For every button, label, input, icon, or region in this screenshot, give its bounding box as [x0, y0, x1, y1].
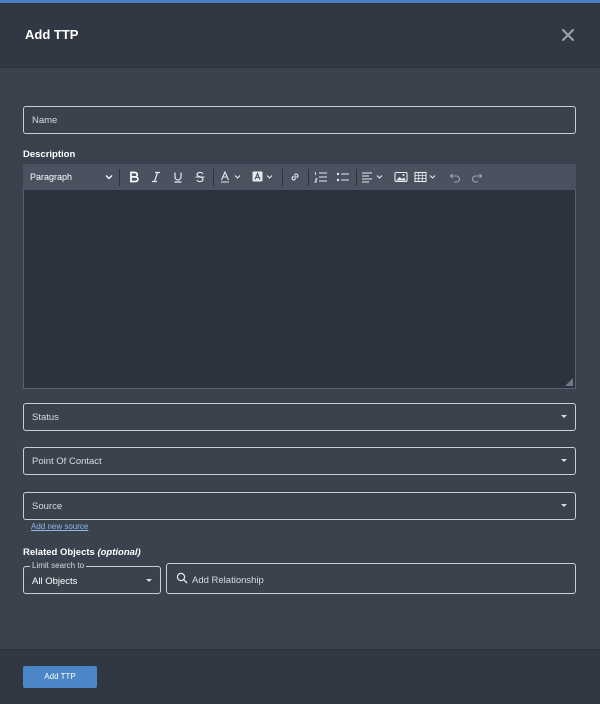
toolbar-separator [213, 169, 214, 186]
table-button[interactable] [413, 165, 443, 189]
name-placeholder: Name [32, 115, 58, 126]
point-of-contact-placeholder: Point Of Contact [32, 456, 102, 467]
limit-search-legend: Limit search to [30, 561, 87, 570]
bulleted-list-icon [336, 172, 349, 182]
source-placeholder: Source [32, 501, 63, 512]
name-field[interactable]: Name [23, 106, 576, 134]
resize-grip-icon[interactable] [565, 378, 573, 386]
add-relationship-input[interactable]: Add Relationship [166, 563, 576, 594]
caret-down-icon [561, 504, 567, 507]
status-select[interactable]: Status [23, 403, 576, 431]
close-icon [562, 29, 574, 41]
close-button[interactable] [558, 25, 578, 45]
italic-button[interactable] [147, 165, 165, 189]
redo-button[interactable] [467, 165, 487, 189]
highlight-button[interactable] [250, 165, 278, 189]
status-placeholder: Status [32, 412, 59, 423]
description-editor[interactable] [23, 190, 576, 389]
font-color-button[interactable] [218, 165, 246, 189]
optional-text: (optional) [97, 547, 141, 558]
add-ttp-modal: Add TTP Name Description Paragraph Statu… [0, 0, 600, 704]
image-icon [394, 171, 408, 183]
highlight-icon [252, 171, 273, 182]
modal-header: Add TTP [0, 3, 600, 68]
paragraph-select-label: Paragraph [30, 172, 73, 182]
italic-icon [152, 171, 160, 183]
numbered-list-icon [314, 172, 327, 183]
source-select[interactable]: Source [23, 492, 576, 520]
related-objects-text: Related Objects [23, 547, 95, 558]
redo-icon [472, 173, 483, 183]
underline-button[interactable] [169, 165, 187, 189]
align-button[interactable] [360, 165, 388, 189]
strikethrough-button[interactable] [191, 165, 209, 189]
add-new-source-link[interactable]: Add new source [31, 522, 88, 531]
bulleted-list-button[interactable] [333, 165, 353, 189]
link-button[interactable] [286, 165, 304, 189]
image-button[interactable] [391, 165, 411, 189]
strikethrough-icon [195, 171, 205, 183]
toolbar-separator [308, 169, 309, 186]
limit-search-value: All Objects [32, 576, 78, 587]
bold-button[interactable] [125, 165, 143, 189]
align-icon [362, 172, 383, 183]
caret-down-icon [561, 459, 567, 462]
modal-footer: Add TTP [0, 649, 600, 704]
add-ttp-button[interactable]: Add TTP [23, 666, 97, 688]
description-label: Description [23, 149, 76, 160]
editor-toolbar: Paragraph [23, 164, 576, 190]
limit-search-select[interactable]: Limit search to All Objects [23, 561, 161, 594]
caret-down-icon [146, 579, 152, 582]
caret-down-icon [561, 415, 567, 418]
modal-title: Add TTP [25, 27, 79, 42]
paragraph-select[interactable]: Paragraph [30, 165, 116, 189]
related-objects-label: Related Objects (optional) [23, 547, 141, 558]
search-icon [176, 572, 188, 584]
bold-icon [130, 171, 139, 183]
add-relationship-placeholder: Add Relationship [192, 575, 264, 586]
point-of-contact-select[interactable]: Point Of Contact [23, 447, 576, 475]
toolbar-separator [282, 169, 283, 186]
table-icon [414, 171, 436, 183]
font-color-icon [220, 171, 241, 183]
numbered-list-button[interactable] [311, 165, 331, 189]
link-icon [291, 173, 299, 181]
undo-icon [449, 173, 460, 183]
underline-icon [174, 172, 182, 183]
toolbar-separator [119, 169, 120, 186]
undo-button[interactable] [445, 165, 465, 189]
toolbar-separator [356, 169, 357, 186]
chevron-down-icon [105, 175, 113, 180]
